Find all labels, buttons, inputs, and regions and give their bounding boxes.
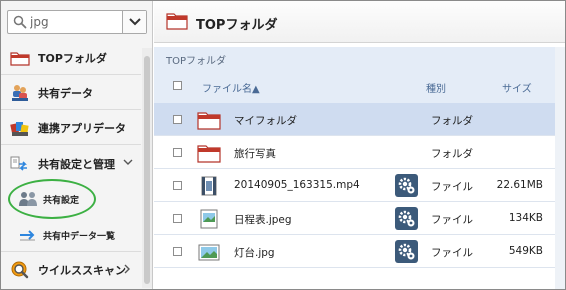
apps-icon [10, 122, 29, 136]
sidebar-item-label: 共有データ [38, 87, 93, 100]
chevron-down-icon [123, 159, 133, 165]
scrollbar-thumb[interactable] [144, 56, 150, 284]
table-header: ファイル名▲ 種別 サイズ [154, 69, 565, 103]
sidebar-item-label: TOPフォルダ [38, 52, 107, 65]
row-checkbox[interactable] [173, 148, 182, 157]
gear-icon [398, 210, 415, 227]
sidebar-item-label: ウイルススキャン [38, 264, 126, 277]
main-header: TOPフォルダ [154, 1, 565, 43]
page-title: TOPフォルダ [196, 18, 278, 33]
file-size: 134KB [508, 212, 543, 224]
sidebar: TOPフォルダ 共有データ 連携アプリデータ [1, 1, 153, 289]
folder-icon [197, 145, 221, 163]
sidebar-item-shared-data[interactable]: 共有データ [1, 77, 141, 107]
search-box [7, 10, 147, 34]
file-size: 22.61MB [496, 179, 543, 191]
file-menu-button[interactable] [395, 207, 418, 230]
file-menu-button[interactable] [395, 240, 418, 263]
row-checkbox[interactable] [173, 247, 182, 256]
sidebar-item-linked-app-data[interactable]: 連携アプリデータ [1, 112, 141, 142]
file-size: 549KB [508, 245, 543, 257]
file-kind: ファイル [431, 247, 473, 259]
divider [1, 109, 141, 110]
main-scrollbar[interactable] [555, 47, 565, 289]
shield-magnifier-icon [11, 261, 29, 279]
film-icon [201, 176, 217, 196]
table-row[interactable]: 日程表.jpeg ファイル 134KB [154, 202, 565, 235]
file-kind: フォルダ [431, 148, 473, 160]
file-name[interactable]: 旅行写真 [234, 146, 276, 161]
sidebar-subitem-shared-data-list[interactable]: 共有中データ一覧 [1, 222, 141, 248]
chevron-down-icon [129, 18, 141, 26]
row-checkbox[interactable] [173, 214, 182, 223]
folder-icon [166, 13, 188, 30]
sidebar-item-label: 共有中データ一覧 [43, 232, 116, 242]
breadcrumb-item[interactable]: TOPフォルダ [166, 52, 226, 67]
sidebar-scrollbar[interactable] [142, 48, 152, 288]
file-name[interactable]: マイフォルダ [234, 113, 297, 128]
search-input[interactable] [30, 14, 122, 30]
column-header-name[interactable]: ファイル名▲ [202, 80, 260, 95]
file-name[interactable]: 20140905_163315.mp4 [234, 179, 360, 191]
image-icon [200, 209, 218, 229]
main-panel: TOPフォルダ TOPフォルダ ファイル名▲ 種別 サイズ マイフォルダ フォル… [154, 1, 565, 289]
share-arrows-icon [10, 156, 27, 171]
highlight-annotation [8, 179, 96, 219]
gear-icon [398, 243, 415, 260]
image-icon [198, 244, 220, 261]
chevron-right-icon [124, 264, 130, 274]
file-kind: フォルダ [431, 115, 473, 127]
table-row[interactable]: 旅行写真 フォルダ [154, 136, 565, 169]
file-name[interactable]: 日程表.jpeg [234, 212, 292, 227]
search-icon [13, 15, 27, 29]
folder-icon [197, 112, 221, 130]
file-menu-button[interactable] [395, 174, 418, 197]
people-icon [12, 85, 28, 101]
arrow-right-icon [20, 230, 35, 241]
breadcrumb: TOPフォルダ [154, 47, 565, 69]
sidebar-item-top-folder[interactable]: TOPフォルダ [1, 42, 141, 72]
row-checkbox[interactable] [173, 181, 182, 190]
sidebar-item-label: 共有設定と管理 [38, 158, 115, 171]
folder-icon [10, 52, 30, 66]
sidebar-item-virus-scan[interactable]: ウイルススキャン [1, 254, 141, 284]
column-header-kind[interactable]: 種別 [426, 80, 446, 95]
file-name[interactable]: 灯台.jpg [234, 245, 275, 260]
divider [1, 251, 141, 252]
column-header-size[interactable]: サイズ [502, 80, 532, 95]
divider [1, 144, 141, 145]
table-row[interactable]: 20140905_163315.mp4 ファイル 22.61MB [154, 169, 565, 202]
divider [1, 74, 141, 75]
row-checkbox[interactable] [173, 115, 182, 124]
select-all-checkbox[interactable] [173, 81, 182, 90]
table-row[interactable]: マイフォルダ フォルダ [154, 103, 565, 136]
file-kind: ファイル [431, 214, 473, 226]
sidebar-item-label: 連携アプリデータ [38, 122, 126, 135]
table-row[interactable]: 灯台.jpg ファイル 549KB [154, 235, 565, 268]
gear-icon [398, 177, 415, 194]
search-dropdown-button[interactable] [122, 11, 146, 33]
sidebar-item-share-settings-management[interactable]: 共有設定と管理 [1, 148, 141, 178]
file-kind: ファイル [431, 181, 473, 193]
